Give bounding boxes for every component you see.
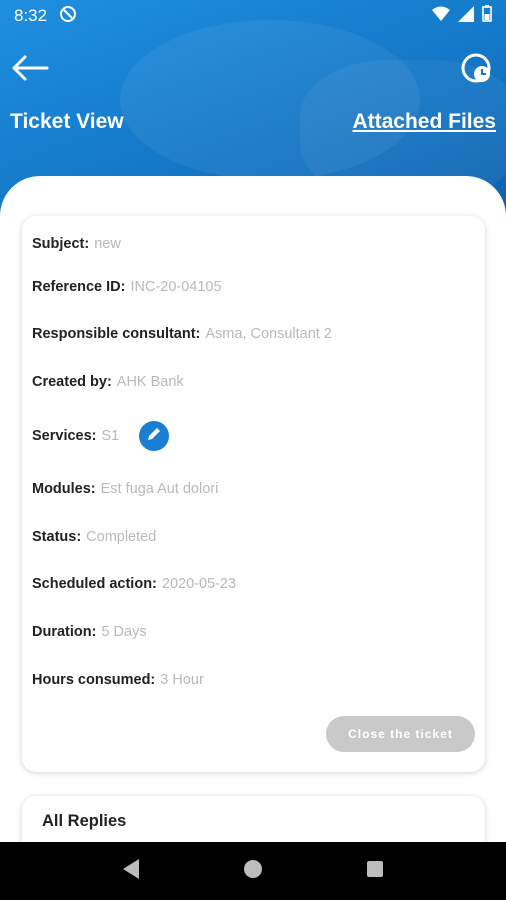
scheduled-action-value: 2020-05-23: [161, 576, 237, 592]
attached-files-link[interactable]: Attached Files: [352, 110, 496, 134]
modules-row: Modules: Est fuga Aut dolori: [32, 481, 218, 497]
status-bar: 8:32: [0, 0, 506, 32]
modules-value: Est fuga Aut dolori: [100, 481, 219, 497]
back-arrow-icon: [11, 55, 49, 86]
square-recents-icon: [366, 860, 384, 883]
triangle-back-icon: [121, 858, 141, 885]
subject-row: Subject: new: [32, 236, 121, 252]
replies-title: All Replies: [42, 812, 127, 830]
created-by-label: Created by:: [32, 374, 112, 390]
subject-label: Subject:: [32, 236, 90, 252]
consultant-row: Responsible consultant: Asma, Consultant…: [32, 326, 332, 342]
history-button[interactable]: [456, 50, 496, 90]
scheduled-action-row: Scheduled action: 2020-05-23: [32, 576, 236, 592]
reference-id-row: Reference ID: INC-20-04105: [32, 279, 222, 295]
consultant-label: Responsible consultant:: [32, 326, 201, 342]
hours-consumed-label: Hours consumed:: [32, 672, 156, 688]
nav-home-button[interactable]: [233, 851, 273, 891]
nav-recents-button[interactable]: [355, 851, 395, 891]
page-title: Ticket View: [10, 110, 124, 133]
services-value: S1: [101, 428, 120, 444]
reference-id-value: INC-20-04105: [130, 279, 222, 295]
system-nav-bar: [0, 842, 506, 900]
modules-label: Modules:: [32, 481, 96, 497]
created-by-value: AHK Bank: [116, 374, 184, 390]
services-row: Services: S1: [32, 421, 170, 451]
duration-label: Duration:: [32, 624, 97, 640]
back-button[interactable]: [10, 52, 50, 88]
status-label: Status:: [32, 529, 82, 545]
do-not-disturb-icon: [59, 5, 77, 28]
status-time: 8:32: [14, 6, 48, 25]
scheduled-action-label: Scheduled action:: [32, 576, 157, 592]
signal-icon: [458, 5, 474, 27]
wifi-icon: [432, 6, 450, 27]
circle-home-icon: [243, 859, 263, 884]
hours-consumed-value: 3 Hour: [160, 672, 204, 688]
consultant-value: Asma, Consultant 2: [205, 326, 332, 342]
services-label: Services:: [32, 428, 97, 444]
hours-consumed-row: Hours consumed: 3 Hour: [32, 672, 204, 688]
edit-services-button[interactable]: [139, 421, 170, 451]
duration-value: 5 Days: [101, 624, 147, 640]
duration-row: Duration: 5 Days: [32, 624, 147, 640]
close-ticket-button[interactable]: Close the ticket: [326, 716, 475, 752]
ticket-details-card: Subject: new Reference ID: INC-20-04105 …: [22, 216, 485, 772]
created-by-row: Created by: AHK Bank: [32, 374, 184, 390]
status-row: Status: Completed: [32, 529, 156, 545]
reference-id-label: Reference ID:: [32, 279, 126, 295]
history-icon: [459, 51, 493, 90]
subject-value: new: [94, 236, 121, 252]
status-value: Completed: [86, 529, 157, 545]
battery-icon: [482, 5, 492, 27]
nav-back-button[interactable]: [111, 851, 151, 891]
pencil-icon: [146, 426, 162, 446]
